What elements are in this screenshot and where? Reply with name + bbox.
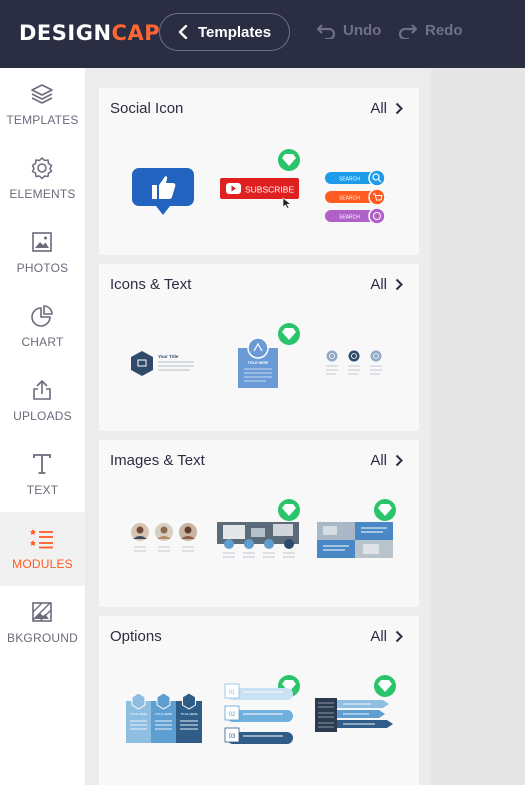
top-bar: DESIGNCAP Templates Undo Redo [0, 0, 525, 68]
diamond-icon [378, 504, 392, 516]
search-buttons-thumbnail[interactable]: SEARCH SEARCH SEARCH [323, 168, 387, 225]
search-text: SEARCH [339, 215, 360, 221]
sidebar-item-label: ELEMENTS [9, 187, 76, 201]
sidebar-item-templates[interactable]: TEMPLATES [0, 68, 85, 142]
svg-text:01: 01 [229, 690, 236, 696]
title-here-text: TITLE HERE [130, 712, 147, 716]
pie-chart-icon [31, 305, 53, 327]
image-grid-thumbnail[interactable] [317, 522, 393, 558]
hexagon-title-thumbnail[interactable]: Your Title [130, 350, 196, 378]
section-title: Icons & Text [110, 276, 192, 293]
see-all-label: All [370, 276, 387, 293]
svg-text:02: 02 [229, 712, 236, 718]
premium-badge [278, 499, 300, 521]
list-icon [30, 529, 53, 549]
text-icon [33, 454, 51, 474]
subscribe-text: SUBSCRIBE [245, 185, 294, 195]
sidebar-item-chart[interactable]: CHART [0, 290, 85, 364]
premium-badge [278, 149, 300, 171]
like-bubble-thumbnail[interactable] [132, 168, 194, 216]
chevron-left-icon [178, 25, 188, 39]
title-here-text: TITLE HERE [155, 712, 172, 716]
redo-button[interactable]: Redo [398, 22, 463, 39]
see-all-button[interactable]: All [370, 452, 403, 469]
diamond-icon [282, 328, 296, 340]
diamond-icon [378, 680, 392, 692]
search-text: SEARCH [339, 177, 360, 183]
cursor-icon [282, 197, 292, 209]
sidebar-item-uploads[interactable]: UPLOADS [0, 364, 85, 438]
search-text: SEARCH [339, 196, 360, 202]
upload-icon [33, 380, 51, 400]
premium-badge [278, 323, 300, 345]
background-icon [32, 602, 52, 622]
arrow-options-thumbnail[interactable] [315, 698, 393, 732]
premium-badge [374, 675, 396, 697]
options-columns-thumbnail[interactable]: TITLE HERE TITLE HERE TITLE HERE [126, 691, 202, 743]
title-here-text: TITLE HERE [248, 361, 269, 365]
templates-label: Templates [198, 23, 272, 41]
section-title: Options [110, 628, 162, 645]
see-all-button[interactable]: All [370, 100, 403, 117]
section-title: Images & Text [110, 452, 205, 469]
chevron-right-icon [395, 454, 403, 467]
image-icon [32, 232, 52, 252]
your-title-text: Your Title [158, 354, 179, 359]
section-title: Social Icon [110, 100, 184, 117]
sidebar-item-elements[interactable]: ELEMENTS [0, 142, 85, 216]
modules-panel: Social Icon All SUBSCRIBE SEARCH SEARCH … [85, 68, 431, 785]
numbered-options-thumbnail[interactable]: 01 02 03 [223, 682, 299, 746]
diamond-icon [282, 154, 296, 166]
chevron-right-icon [395, 102, 403, 115]
see-all-label: All [370, 100, 387, 117]
see-all-label: All [370, 452, 387, 469]
sidebar-item-label: MODULES [12, 557, 73, 571]
workspace-steps-thumbnail[interactable] [217, 522, 299, 562]
section-options: Options All TITLE HERE TITLE HERE TITLE … [99, 616, 419, 785]
designcap-logo[interactable]: DESIGNCAP [19, 21, 160, 45]
see-all-button[interactable]: All [370, 628, 403, 645]
templates-back-button[interactable]: Templates [159, 13, 290, 51]
layers-icon [31, 84, 53, 104]
chevron-right-icon [395, 278, 403, 291]
see-all-label: All [370, 628, 387, 645]
diamond-icon [282, 504, 296, 516]
section-icons-text: Icons & Text All Your Title TITLE HERE [99, 264, 419, 431]
section-social-icon: Social Icon All SUBSCRIBE SEARCH SEARCH … [99, 88, 419, 255]
undo-label: Undo [343, 22, 382, 39]
feature-box-thumbnail[interactable]: TITLE HERE [238, 332, 278, 388]
undo-button[interactable]: Undo [316, 22, 381, 39]
sidebar-item-label: BKGROUND [7, 631, 78, 645]
sidebar-item-modules[interactable]: MODULES [0, 512, 85, 586]
sidebar-item-label: TEMPLATES [6, 113, 79, 127]
sidebar-item-label: PHOTOS [16, 261, 69, 275]
sidebar-item-bkground[interactable]: BKGROUND [0, 586, 85, 660]
title-here-text: TITLE HERE [180, 712, 197, 716]
chevron-right-icon [395, 630, 403, 643]
redo-label: Redo [425, 22, 463, 39]
svg-text:03: 03 [229, 734, 236, 740]
premium-badge [374, 499, 396, 521]
sidebar-item-label: CHART [21, 335, 64, 349]
three-icons-thumbnail[interactable] [321, 350, 387, 380]
see-all-button[interactable]: All [370, 276, 403, 293]
sidebar-item-photos[interactable]: PHOTOS [0, 216, 85, 290]
shapes-icon [31, 157, 53, 180]
team-portraits-thumbnail[interactable] [130, 522, 200, 560]
section-images-text: Images & Text All [99, 440, 419, 607]
undo-icon [316, 23, 336, 39]
sidebar-item-text[interactable]: TEXT [0, 438, 85, 512]
sidebar-item-label: UPLOADS [13, 409, 72, 423]
canvas-area [431, 68, 525, 785]
redo-icon [398, 23, 418, 39]
sidebar: TEMPLATES ELEMENTS PHOTOS CHART UPLOADS … [0, 68, 85, 785]
sidebar-item-label: TEXT [26, 483, 59, 497]
